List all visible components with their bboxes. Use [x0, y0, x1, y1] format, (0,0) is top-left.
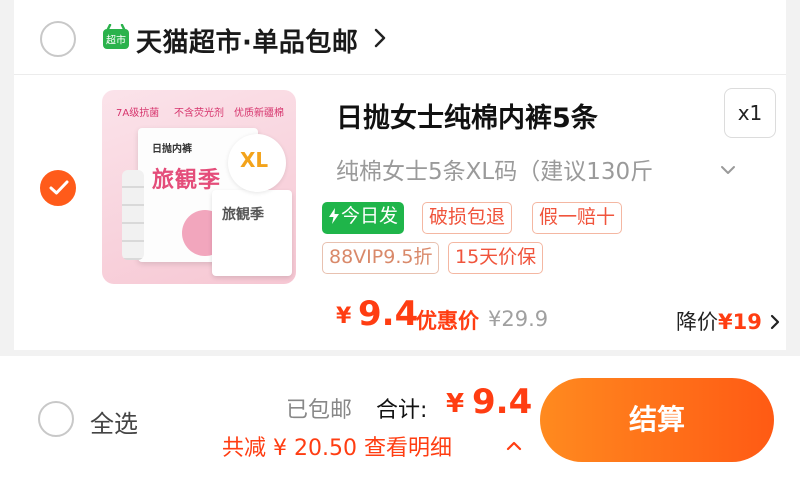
store-select-radio[interactable]: [40, 21, 76, 57]
total-value: 9.4: [472, 382, 533, 422]
price-symbol: ¥: [336, 304, 352, 329]
price-value: 9.4: [358, 294, 419, 334]
chevron-down-icon[interactable]: [720, 160, 736, 179]
store-icon-text: 超市: [106, 34, 126, 47]
image-tag: 优质新疆棉: [234, 108, 284, 119]
price-drop-amount: ¥19: [718, 310, 762, 334]
badge-88vip: 88VIP9.5折: [322, 242, 440, 274]
cart-page: 超市 天猫超市·单品包邮 7A级抗菌 不含荧光剂 优质新疆棉 日抛内裤 旅観季 …: [0, 0, 800, 501]
shipping-status: 已包邮: [286, 398, 353, 423]
select-all-label[interactable]: 全选: [90, 404, 138, 439]
discount-detail-link[interactable]: 共减 ¥ 20.50 查看明细: [222, 430, 452, 462]
store-chevron-icon[interactable]: [374, 28, 386, 52]
price-label: 优惠价: [416, 309, 479, 333]
product-title[interactable]: 日抛女士纯棉内裤5条: [336, 96, 598, 135]
total-symbol: ¥: [446, 389, 465, 419]
image-tag: 不含荧光剂: [174, 108, 224, 119]
badge-price-protect: 15天价保: [448, 242, 544, 274]
package-title: 日抛内裤: [152, 144, 192, 155]
quantity-button[interactable]: x1: [724, 88, 776, 138]
store-header: 超市 天猫超市·单品包邮: [14, 0, 786, 76]
rolled-underwear: [122, 170, 144, 260]
chevron-right-icon[interactable]: [770, 314, 780, 334]
select-all-radio[interactable]: [38, 401, 74, 437]
store-divider: [14, 74, 786, 75]
badge-ship-today: 今日发: [322, 202, 405, 234]
checkout-button[interactable]: 结算: [540, 378, 774, 462]
product-package-small: 旅観季: [212, 190, 292, 276]
badge-damage-return: 破损包退: [422, 202, 513, 234]
sku-selector[interactable]: 纯棉女士5条XL码（建议130斤: [336, 152, 716, 186]
package-brand: 旅観季: [152, 168, 222, 193]
tmall-supermarket-icon: 超市: [102, 23, 130, 50]
checkout-bar: 全选 已包邮 合计: ¥ 9.4 共减 ¥ 20.50 查看明细 结算: [0, 356, 800, 501]
original-price: ¥29.9: [488, 307, 549, 331]
price-drop-label: 降价: [676, 310, 718, 334]
image-tag: 7A级抗菌: [116, 108, 160, 119]
badge-ship-today-label: 今日发: [341, 205, 399, 227]
lightning-icon: [329, 208, 339, 224]
size-badge-text: XL: [240, 148, 269, 172]
chevron-up-icon[interactable]: [506, 436, 522, 455]
product-image[interactable]: 7A级抗菌 不含荧光剂 优质新疆棉 日抛内裤 旅観季 旅観季 XL: [102, 90, 296, 284]
price-drop[interactable]: 降价¥19: [676, 306, 762, 336]
checkmark-icon: [49, 180, 69, 195]
badge-fake-compensate: 假一赔十: [532, 202, 623, 234]
cart-store-card: 超市 天猫超市·单品包邮 7A级抗菌 不含荧光剂 优质新疆棉 日抛内裤 旅観季 …: [14, 0, 786, 350]
store-name[interactable]: 天猫超市·单品包邮: [136, 22, 358, 59]
size-badge: XL: [228, 134, 286, 192]
item-select-radio[interactable]: [40, 170, 76, 206]
total-label: 合计:: [376, 398, 428, 423]
package-small-brand: 旅観季: [222, 207, 264, 223]
